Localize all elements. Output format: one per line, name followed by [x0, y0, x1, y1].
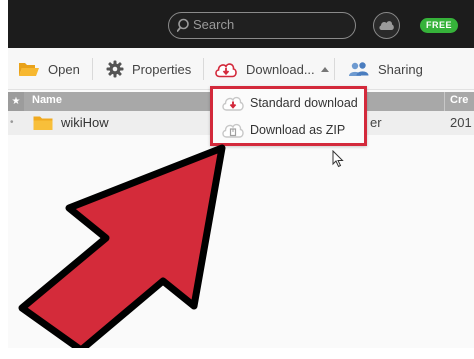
app-window: Search FREE Open Properties Download... …: [8, 0, 474, 348]
pointer-arrow-icon: [18, 144, 226, 348]
